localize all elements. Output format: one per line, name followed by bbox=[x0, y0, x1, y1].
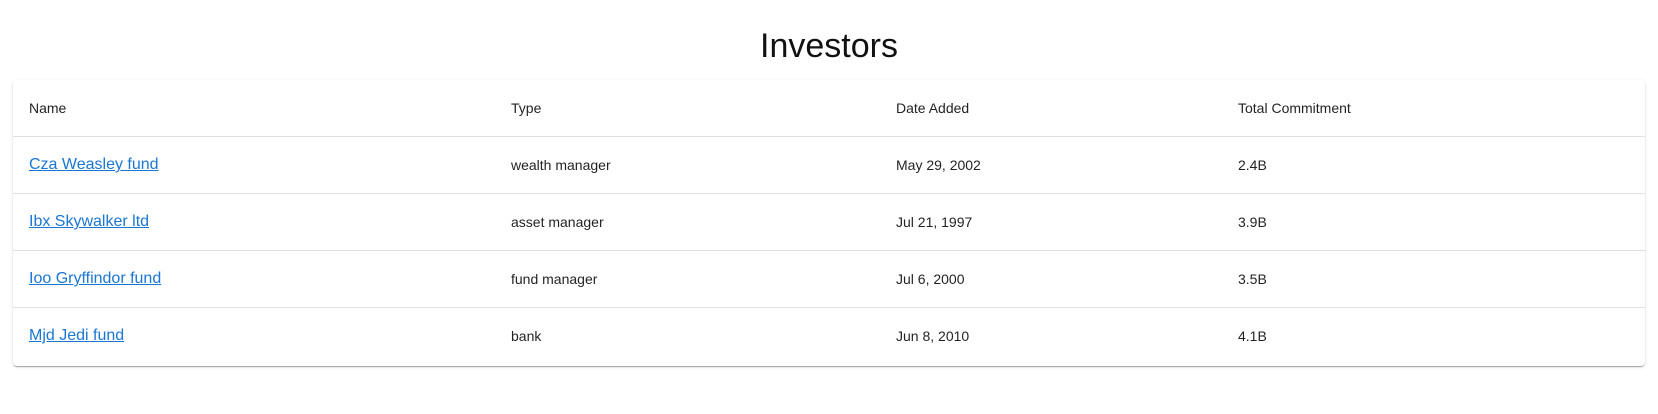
investor-name-link[interactable]: Mjd Jedi fund bbox=[29, 327, 124, 344]
investor-type-cell: bank bbox=[511, 328, 542, 344]
table-row: Ioo Gryffindor fund fund manager Jul 6, … bbox=[13, 250, 1645, 308]
investor-name-cell: Mjd Jedi fund bbox=[13, 308, 495, 365]
table-header-row: Name Type Date Added Total Commitment bbox=[13, 80, 1645, 137]
column-header-total-commitment: Total Commitment bbox=[1222, 80, 1645, 137]
total-commitment-cell: 3.5B bbox=[1222, 250, 1645, 308]
column-header-name: Name bbox=[13, 80, 495, 137]
investor-name-cell: Ibx Skywalker ltd bbox=[13, 193, 495, 251]
investor-name-link[interactable]: Ibx Skywalker ltd bbox=[29, 213, 149, 230]
investors-table-card: Name Type Date Added Total Commitment Cz… bbox=[13, 80, 1645, 366]
investor-name-cell: Cza Weasley fund bbox=[13, 136, 495, 194]
investor-name-cell: Ioo Gryffindor fund bbox=[13, 250, 495, 308]
investor-type-cell: wealth manager bbox=[495, 136, 880, 194]
page-title: Investors bbox=[760, 27, 898, 65]
date-added-cell: Jun 8, 2010 bbox=[896, 328, 970, 344]
date-added-cell: Jul 21, 1997 bbox=[880, 193, 1222, 251]
table-row: Ibx Skywalker ltd asset manager Jul 21, … bbox=[13, 193, 1645, 251]
table-row: Cza Weasley fund wealth manager May 29, … bbox=[13, 136, 1645, 194]
total-commitment-cell: 3.9B bbox=[1222, 193, 1645, 251]
date-added-cell: Jul 6, 2000 bbox=[880, 250, 1222, 308]
investor-name-link[interactable]: Cza Weasley fund bbox=[29, 156, 159, 173]
investor-type-cell: asset manager bbox=[495, 193, 880, 251]
column-header-date-added: Date Added bbox=[880, 80, 1222, 137]
table-body: Cza Weasley fund wealth manager May 29, … bbox=[13, 136, 1645, 365]
investor-type-cell: fund manager bbox=[495, 250, 880, 308]
total-commitment-cell: 4.1B bbox=[1238, 328, 1267, 344]
total-commitment-cell: 2.4B bbox=[1222, 136, 1645, 194]
table-header: Name Type Date Added Total Commitment bbox=[13, 80, 1645, 137]
investor-name-link[interactable]: Ioo Gryffindor fund bbox=[29, 270, 161, 287]
column-header-type: Type bbox=[495, 80, 880, 137]
table-row: Mjd Jedi fund bank Jun 8, 2010 4.1B bbox=[13, 308, 1645, 365]
investors-table: Name Type Date Added Total Commitment Cz… bbox=[13, 80, 1645, 364]
date-added-cell: May 29, 2002 bbox=[880, 136, 1222, 194]
